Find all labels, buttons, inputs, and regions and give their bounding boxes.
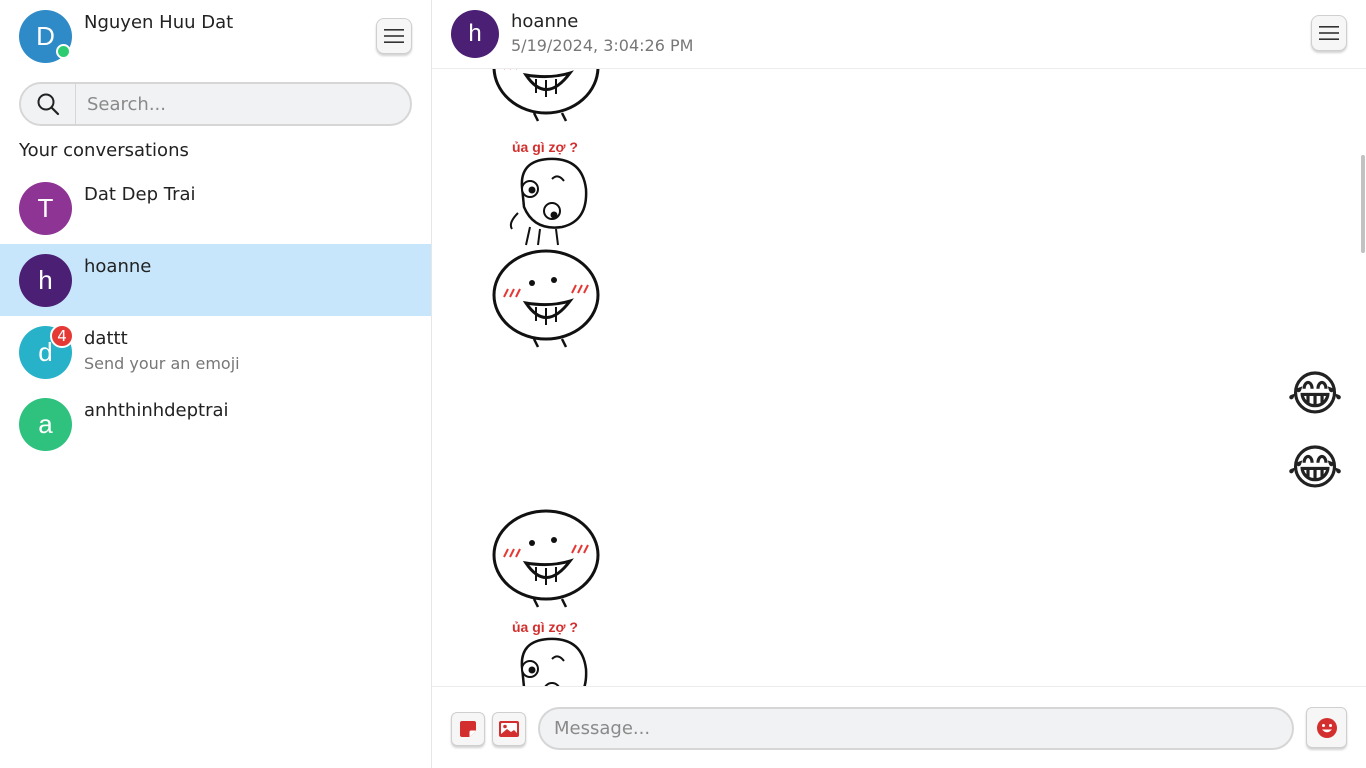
sticker-icon [460, 721, 476, 737]
search-icon [37, 93, 60, 116]
message-list[interactable]: ủa gì zợ ? 😂 😂 ủa gì zợ ? [432, 69, 1366, 686]
emoji-message: 😂 [1287, 366, 1344, 422]
hamburger-menu-icon [384, 29, 404, 43]
sticker-button[interactable] [451, 712, 485, 746]
chat-partner-avatar[interactable]: h [451, 10, 499, 58]
conversation-item[interactable]: d 4 dattt Send your an emoji [0, 316, 431, 388]
hamburger-menu-icon [1319, 26, 1339, 40]
conversation-avatar: a [19, 398, 72, 451]
grin-face-sticker [492, 69, 600, 122]
conversation-item[interactable]: a anhthinhdeptrai [0, 388, 431, 460]
emoji-button[interactable] [1306, 707, 1347, 748]
search-input[interactable] [77, 84, 410, 124]
message-input-wrapper [538, 707, 1294, 750]
conversation-name: hoanne [84, 256, 152, 277]
conversation-name: dattt [84, 328, 128, 349]
grin-face-sticker [492, 249, 600, 348]
confused-face-sticker: ủa gì zợ ? [509, 139, 588, 246]
current-user: D Nguyen Huu Dat [19, 10, 413, 66]
sidebar-menu-button[interactable] [376, 18, 412, 54]
conversation-avatar-letter: T [37, 193, 54, 223]
conversation-name: Dat Dep Trai [84, 184, 196, 205]
chat-partner-avatar-letter: h [468, 20, 482, 47]
chat-partner-name: hoanne [511, 11, 579, 32]
conversations-heading: Your conversations [19, 140, 189, 161]
confused-face-sticker: ủa gì zợ ? [512, 619, 588, 686]
image-button[interactable] [492, 712, 526, 746]
unread-badge: 4 [50, 324, 74, 348]
sticker-caption: ủa gì zợ ? [512, 139, 578, 155]
my-avatar-letter: D [36, 21, 55, 51]
conversation-item-active[interactable]: h hoanne [0, 244, 431, 316]
chat-panel: h hoanne 5/19/2024, 3:04:26 PM ủa gì zợ … [432, 0, 1366, 768]
sidebar: D Nguyen Huu Dat Your conversatio [0, 0, 432, 768]
grin-face-sticker [492, 509, 600, 608]
conversation-avatar: h [19, 254, 72, 307]
message-composer [432, 686, 1366, 768]
chat-header: h hoanne 5/19/2024, 3:04:26 PM [432, 0, 1366, 69]
search-bar [19, 82, 412, 126]
chat-menu-button[interactable] [1311, 15, 1347, 51]
conversation-name: anhthinhdeptrai [84, 400, 229, 421]
emoji-icon [1316, 717, 1337, 738]
conversation-avatar: T [19, 182, 72, 235]
message-input[interactable] [540, 709, 1292, 748]
conversation-item[interactable]: T Dat Dep Trai [0, 172, 431, 244]
chat-timestamp: 5/19/2024, 3:04:26 PM [511, 36, 694, 55]
conversation-preview: Send your an emoji [84, 354, 240, 373]
online-status-dot [56, 44, 71, 59]
emoji-message: 😂 [1287, 440, 1344, 496]
message-scrollbar[interactable] [1361, 155, 1365, 253]
sticker-caption: ủa gì zợ ? [512, 619, 578, 635]
conversation-avatar-letter: h [38, 265, 53, 295]
my-name: Nguyen Huu Dat [84, 12, 234, 33]
chat-app: D Nguyen Huu Dat Your conversatio [0, 0, 1366, 768]
conversation-list: T Dat Dep Trai h hoanne d 4 dattt Send y… [0, 172, 431, 460]
search-icon-box[interactable] [21, 84, 76, 124]
conversation-avatar-letter: a [38, 409, 53, 439]
image-icon [499, 721, 519, 737]
